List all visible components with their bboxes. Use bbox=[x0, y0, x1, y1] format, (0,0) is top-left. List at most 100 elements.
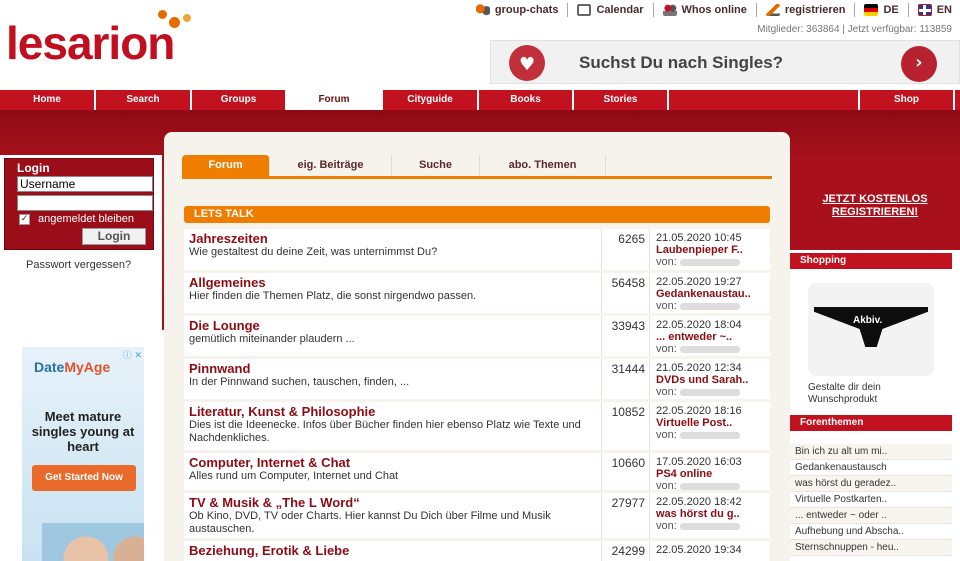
forum-title[interactable]: Beziehung, Erotik & Liebe bbox=[189, 544, 596, 558]
post-count: 6265 bbox=[602, 229, 650, 270]
last-post-cell: 22.05.2020 18:04 ... entweder ~.. von: bbox=[650, 316, 770, 356]
blurred-username[interactable] bbox=[679, 345, 740, 353]
post-count: 56458 bbox=[602, 273, 650, 313]
forum-title[interactable]: Pinnwand bbox=[189, 362, 596, 376]
logo-dot bbox=[183, 14, 191, 22]
forum-list: Jahreszeiten Wie gestaltest du deine Zei… bbox=[184, 229, 770, 561]
tab-forum[interactable]: Forum bbox=[182, 155, 270, 176]
blurred-username[interactable] bbox=[679, 302, 740, 310]
nav-groups[interactable]: Groups bbox=[192, 90, 287, 110]
blurred-username[interactable] bbox=[679, 258, 740, 266]
post-count: 24299 bbox=[602, 541, 650, 561]
last-post-link[interactable]: Gedankenaustau.. bbox=[656, 288, 765, 300]
nav-empty bbox=[669, 90, 860, 110]
last-post-link[interactable]: Laubenpieper F.. bbox=[656, 244, 765, 256]
pen-icon bbox=[765, 4, 780, 16]
shopping-header: Shopping bbox=[790, 253, 952, 269]
forum-description: Wie gestaltest du deine Zeit, was untern… bbox=[189, 246, 438, 258]
ad-info-icon[interactable]: ⓘ ✕ bbox=[123, 348, 142, 361]
blurred-username[interactable] bbox=[679, 431, 740, 439]
topnav-lang-de[interactable]: DE bbox=[855, 3, 909, 17]
nav-cityguide[interactable]: Cityguide bbox=[383, 90, 479, 110]
uk-flag-icon bbox=[917, 4, 932, 16]
forum-description: Hier finden die Themen Platz, die sonst … bbox=[189, 290, 477, 302]
topnav-label: EN bbox=[936, 4, 952, 16]
topnav-calendar[interactable]: Calendar bbox=[568, 3, 654, 17]
forum-title[interactable]: TV & Musik & „The L Word“ bbox=[189, 496, 596, 510]
forum-title[interactable]: Literatur, Kunst & Philosophie bbox=[189, 405, 596, 419]
remember-checkbox[interactable]: ✓ bbox=[19, 214, 30, 225]
nav-search[interactable]: Search bbox=[96, 90, 192, 110]
forum-title[interactable]: Die Lounge bbox=[189, 319, 596, 333]
post-count: 10660 bbox=[602, 453, 650, 490]
forum-title[interactable]: Allgemeines bbox=[189, 276, 596, 290]
topic-link[interactable]: was hörst du geradez.. bbox=[790, 476, 952, 492]
topic-link[interactable]: Sternschnuppen - heu.. bbox=[790, 540, 952, 556]
product-image[interactable]: Akbiv. bbox=[808, 283, 934, 376]
forum-row[interactable]: Beziehung, Erotik & Liebe 24299 22.05.20… bbox=[184, 541, 770, 561]
last-post-author: von: bbox=[656, 429, 765, 442]
logo[interactable]: lesarion bbox=[6, 10, 268, 72]
forum-row[interactable]: Literatur, Kunst & Philosophie Dies ist … bbox=[184, 402, 770, 453]
main-nav: Home Search Groups Forum Cityguide Books… bbox=[0, 90, 960, 110]
forum-row[interactable]: Die Lounge gemütlich miteinander plauder… bbox=[184, 316, 770, 359]
forum-row[interactable]: Jahreszeiten Wie gestaltest du deine Zei… bbox=[184, 229, 770, 273]
topnav-lang-en[interactable]: EN bbox=[909, 3, 952, 17]
nav-forum[interactable]: Forum bbox=[287, 90, 383, 110]
product-caption[interactable]: Gestalte dir dein Wunschprodukt bbox=[808, 382, 948, 406]
last-post-link[interactable]: ... entweder ~.. bbox=[656, 331, 765, 343]
ad-banner-left[interactable]: ⓘ ✕ DateMyAge Meet mature singles young … bbox=[22, 347, 144, 561]
forum-cell: Beziehung, Erotik & Liebe bbox=[184, 541, 602, 561]
blurred-username[interactable] bbox=[679, 388, 740, 396]
tab-own-posts[interactable]: eig. Beiträge bbox=[270, 155, 392, 176]
forum-cell: Die Lounge gemütlich miteinander plauder… bbox=[184, 316, 602, 356]
topnav-label: group-chats bbox=[494, 4, 559, 16]
topic-link[interactable]: Gedankenaustausch bbox=[790, 460, 952, 476]
forum-cell: Pinnwand In der Pinnwand suchen, tausche… bbox=[184, 359, 602, 399]
arrow-right-icon[interactable]: › bbox=[901, 46, 937, 82]
forum-cell: TV & Musik & „The L Word“ Ob Kino, DVD, … bbox=[184, 493, 602, 538]
topic-link[interactable]: Aufhebung und Abscha.. bbox=[790, 524, 952, 540]
topnav-group-chats[interactable]: group-chats bbox=[467, 3, 569, 17]
forum-row[interactable]: Pinnwand In der Pinnwand suchen, tausche… bbox=[184, 359, 770, 402]
password-input[interactable] bbox=[17, 195, 153, 211]
register-link[interactable]: JETZT KOSTENLOS REGISTRIEREN! bbox=[790, 193, 960, 219]
last-post-link[interactable]: was hörst du g.. bbox=[656, 508, 765, 520]
topic-link[interactable]: Bin ich zu alt um mi.. bbox=[790, 444, 952, 460]
register-banner[interactable]: JETZT KOSTENLOS REGISTRIEREN! bbox=[790, 155, 960, 250]
nav-books[interactable]: Books bbox=[479, 90, 574, 110]
forum-row[interactable]: Computer, Internet & Chat Alles rund um … bbox=[184, 453, 770, 493]
ad-top-text: Suchst Du nach Singles? bbox=[579, 53, 784, 72]
tab-search[interactable]: Suche bbox=[392, 155, 480, 176]
forum-description: In der Pinnwand suchen, tauschen, finden… bbox=[189, 376, 410, 388]
last-post-author: von: bbox=[656, 386, 765, 399]
forum-title[interactable]: Jahreszeiten bbox=[189, 232, 596, 246]
forum-title[interactable]: Computer, Internet & Chat bbox=[189, 456, 596, 470]
blurred-username[interactable] bbox=[679, 522, 740, 530]
nav-home[interactable]: Home bbox=[0, 90, 96, 110]
topic-link[interactable]: ... entweder ~ oder .. bbox=[790, 508, 952, 524]
last-post-date: 21.05.2020 10:45 bbox=[656, 232, 742, 244]
last-post-link[interactable]: Virtuelle Post.. bbox=[656, 417, 765, 429]
ad-cta-button[interactable]: Get Started Now bbox=[32, 465, 136, 491]
topnav-register[interactable]: registrieren bbox=[757, 3, 856, 17]
last-post-link[interactable]: DVDs und Sarah.. bbox=[656, 374, 765, 386]
forum-cell: Jahreszeiten Wie gestaltest du deine Zei… bbox=[184, 229, 602, 270]
nav-stories[interactable]: Stories bbox=[574, 90, 669, 110]
forum-row[interactable]: TV & Musik & „The L Word“ Ob Kino, DVD, … bbox=[184, 493, 770, 541]
ad-banner-top[interactable]: ♥ Suchst Du nach Singles? › bbox=[490, 40, 960, 84]
blurred-username[interactable] bbox=[679, 482, 740, 490]
login-button[interactable]: Login bbox=[82, 228, 146, 245]
calendar-icon bbox=[577, 4, 592, 16]
forum-row[interactable]: Allgemeines Hier finden die Themen Platz… bbox=[184, 273, 770, 316]
topnav-whos-online[interactable]: Whos online bbox=[654, 3, 757, 17]
last-post-link[interactable]: PS4 online bbox=[656, 468, 765, 480]
logo-text: lesarion bbox=[6, 17, 175, 69]
tab-subscribed[interactable]: abo. Themen bbox=[480, 155, 606, 176]
section-header: LETS TALK bbox=[184, 206, 770, 223]
username-input[interactable] bbox=[17, 176, 153, 192]
forgot-password-link[interactable]: Passwort vergessen? bbox=[26, 259, 131, 271]
forenthemen-header: Forenthemen bbox=[790, 415, 952, 431]
topic-link[interactable]: Virtuelle Postkarten.. bbox=[790, 492, 952, 508]
nav-shop[interactable]: Shop bbox=[860, 90, 955, 110]
